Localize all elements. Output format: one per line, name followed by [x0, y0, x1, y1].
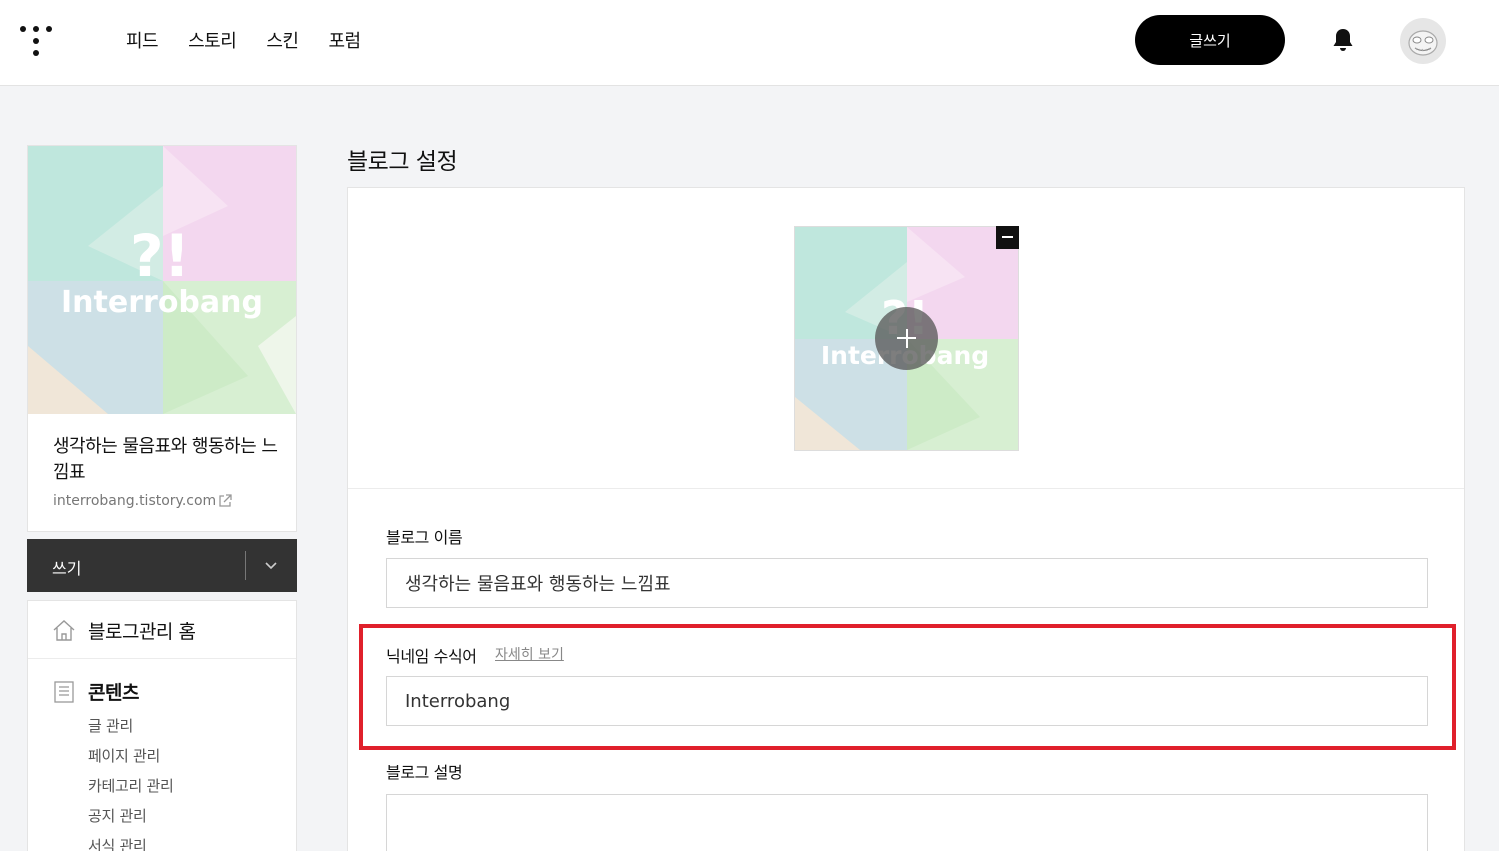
blog-description-label: 블로그 설명	[386, 763, 463, 782]
remove-image-button[interactable]	[996, 226, 1019, 249]
nav-feed[interactable]: 피드	[126, 27, 159, 53]
blog-title[interactable]: 생각하는 물음표와 행동하는 느낌표	[53, 434, 278, 486]
nav-skin[interactable]: 스킨	[266, 27, 299, 53]
blog-cover-image[interactable]: Interrobang ?!	[28, 146, 296, 414]
blog-url-link[interactable]: interrobang.tistory.com	[53, 493, 216, 509]
blog-description-input[interactable]	[386, 794, 1428, 851]
chevron-down-icon[interactable]	[263, 557, 279, 573]
menu-item-pages[interactable]: 페이지 관리	[88, 745, 160, 766]
nickname-detail-link[interactable]: 자세히 보기	[495, 644, 564, 664]
nav-forum[interactable]: 포럼	[328, 27, 361, 53]
home-icon	[53, 620, 75, 641]
menu-content-label[interactable]: 콘텐츠	[88, 678, 139, 705]
svg-text:?!: ?!	[130, 222, 190, 290]
nav-story[interactable]: 스토리	[188, 27, 237, 53]
menu-item-posts[interactable]: 글 관리	[88, 715, 133, 736]
cover-logo-text: Interrobang	[61, 285, 263, 320]
document-icon	[54, 681, 74, 703]
menu-item-home[interactable]: 블로그관리 홈	[28, 601, 296, 659]
tistory-logo-icon[interactable]	[20, 24, 54, 58]
main-nav: 피드 스토리 스킨 포럼	[126, 27, 361, 53]
admin-menu: 블로그관리 홈 콘텐츠 글 관리 페이지 관리 카테고리 관리 공지 관리 서식…	[27, 600, 297, 851]
write-post-button[interactable]: 글쓰기	[1135, 15, 1285, 65]
write-label[interactable]: 쓰기	[52, 555, 81, 579]
external-link-icon[interactable]	[218, 494, 232, 508]
add-image-button[interactable]	[875, 307, 938, 370]
top-header: 피드 스토리 스킨 포럼 글쓰기	[0, 0, 1499, 86]
menu-item-categories[interactable]: 카테고리 관리	[88, 775, 174, 796]
settings-panel: Interrobang ?! 블로그 이름 닉네임 수식어 자세히 보기 블로그…	[347, 187, 1465, 851]
avatar-face-icon	[1408, 30, 1438, 56]
write-menu-bar[interactable]: 쓰기	[27, 539, 297, 592]
bell-icon[interactable]	[1331, 27, 1355, 53]
blog-name-input[interactable]	[386, 558, 1428, 608]
nickname-modifier-label: 닉네임 수식어	[386, 647, 477, 666]
blog-name-label: 블로그 이름	[386, 528, 463, 547]
user-avatar[interactable]	[1400, 18, 1446, 64]
menu-home-label: 블로그관리 홈	[88, 621, 196, 643]
minus-icon	[1002, 236, 1013, 238]
divider	[245, 551, 246, 580]
menu-item-notices[interactable]: 공지 관리	[88, 805, 147, 826]
page-title: 블로그 설정	[347, 149, 458, 175]
nickname-modifier-input[interactable]	[386, 676, 1428, 726]
blog-image-section: Interrobang ?!	[348, 188, 1464, 489]
blog-profile-card: Interrobang ?! 생각하는 물음표와 행동하는 느낌표 interr…	[27, 145, 297, 532]
menu-item-templates[interactable]: 서식 관리	[88, 835, 147, 851]
